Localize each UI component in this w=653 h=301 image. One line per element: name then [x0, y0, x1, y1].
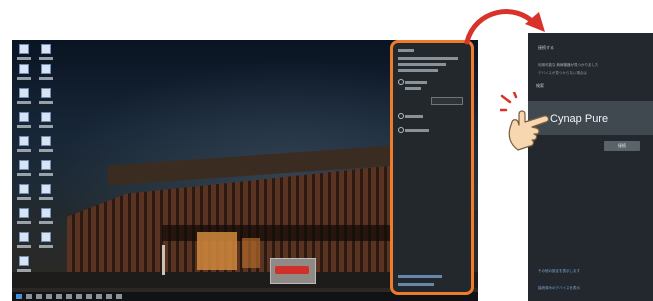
connect-button[interactable]: 接続 — [604, 141, 640, 151]
connected-devices-link[interactable]: 接続済みのデバイスを表示 — [538, 286, 580, 291]
app-icon — [41, 44, 51, 54]
logo-icon — [275, 266, 309, 274]
desktop-icon-label — [17, 269, 31, 272]
desktop-icon[interactable] — [38, 208, 54, 224]
desktop-icon[interactable] — [38, 232, 54, 248]
zoom-panel-title: 接続する — [538, 45, 554, 50]
panel-device-line[interactable] — [405, 81, 427, 84]
panel-link-line[interactable] — [398, 283, 434, 286]
app-icon — [41, 136, 51, 146]
panel-text-line — [398, 57, 458, 60]
lit-window — [242, 238, 260, 268]
desktop-icon-label — [39, 101, 53, 104]
desktop-icon[interactable] — [16, 160, 32, 176]
app-icon — [41, 112, 51, 122]
app-icon — [41, 64, 51, 74]
panel-title-line — [398, 49, 414, 52]
start-icon[interactable] — [16, 294, 22, 299]
app-icon — [41, 208, 51, 218]
panel-device-line[interactable] — [405, 129, 429, 132]
desktop-icon-label — [39, 125, 53, 128]
desktop-icon-label — [17, 245, 31, 248]
desktop-icon-label — [39, 57, 53, 60]
desktop-icon[interactable] — [16, 112, 32, 128]
panel-text-line — [398, 69, 438, 72]
desktop-icon[interactable] — [38, 44, 54, 60]
app-icon — [19, 208, 29, 218]
taskbar-app-icon[interactable] — [86, 294, 92, 299]
desktop-icon-label — [17, 77, 31, 80]
desktop-icon-label — [17, 221, 31, 224]
desktop-icon[interactable] — [16, 256, 32, 272]
app-icon — [19, 160, 29, 170]
panel-connect-button[interactable] — [431, 97, 463, 105]
taskbar-app-icon[interactable] — [106, 294, 112, 299]
desktop-icon[interactable] — [16, 44, 32, 60]
desktop-icon-label — [17, 197, 31, 200]
pointing-hand-icon — [500, 92, 550, 151]
taskbar-app-icon[interactable] — [116, 294, 122, 299]
connect-panel-highlight — [390, 40, 474, 295]
desktop-icon[interactable] — [38, 112, 54, 128]
desktop-icon[interactable] — [38, 160, 54, 176]
device-icon — [398, 79, 404, 85]
desktop-icon[interactable] — [16, 208, 32, 224]
desktop-icon[interactable] — [38, 184, 54, 200]
panel-device-line — [405, 87, 421, 90]
app-icon — [19, 64, 29, 74]
app-icon — [41, 232, 51, 242]
zoom-panel-description: 利用可能な 無線機器が見つかりました — [538, 63, 599, 67]
device-icon — [398, 113, 404, 119]
desktop-icon[interactable] — [16, 136, 32, 152]
app-icon — [19, 184, 29, 194]
file-icon — [19, 44, 29, 54]
app-icon — [19, 256, 29, 266]
desktop-icon-label — [39, 173, 53, 176]
desktop-icon-label — [39, 197, 53, 200]
taskbar-app-icon[interactable] — [36, 294, 42, 299]
app-icon — [41, 160, 51, 170]
taskbar-app-icon[interactable] — [76, 294, 82, 299]
taskbar-app-icon[interactable] — [66, 294, 72, 299]
desktop-icon-label — [17, 173, 31, 176]
panel-link-line[interactable] — [398, 275, 442, 278]
app-icon — [19, 232, 29, 242]
desktop-icon-label — [39, 245, 53, 248]
app-icon — [41, 184, 51, 194]
desktop-icon[interactable] — [38, 64, 54, 80]
app-icon — [41, 88, 51, 98]
search-icon[interactable] — [26, 294, 32, 299]
panel-device-line[interactable] — [405, 115, 423, 118]
desktop-icon-label — [17, 149, 31, 152]
taskbar-app-icon[interactable] — [96, 294, 102, 299]
desktop-icon[interactable] — [16, 64, 32, 80]
zoom-panel-search-label: 検索 — [536, 83, 544, 88]
desktop-icon-label — [39, 149, 53, 152]
desktop-icon-label — [39, 77, 53, 80]
street-lamp — [162, 245, 165, 275]
taskbar-app-icon[interactable] — [56, 294, 62, 299]
desktop-icon-label — [39, 221, 53, 224]
desktop-icon-label — [17, 101, 31, 104]
more-settings-link[interactable]: その他の設定を表示します — [538, 269, 580, 274]
zoom-panel-hint-link[interactable]: デバイスが見つからない場合は — [538, 71, 587, 76]
zoomed-connect-panel: 接続する 利用可能な 無線機器が見つかりました デバイスが見つからない場合は 検… — [528, 33, 653, 301]
device-name: Cynap Pure — [550, 113, 609, 125]
taskbar-app-icon[interactable] — [46, 294, 52, 299]
app-icon — [19, 88, 29, 98]
desktop-icon[interactable] — [16, 232, 32, 248]
desktop-icon-label — [17, 57, 31, 60]
app-icon — [19, 136, 29, 146]
app-icon — [19, 112, 29, 122]
panel-text-line — [398, 63, 446, 66]
desktop-icon-label — [17, 125, 31, 128]
device-icon — [398, 127, 404, 133]
desktop-icon[interactable] — [16, 184, 32, 200]
desktop-icon[interactable] — [16, 88, 32, 104]
lit-window — [197, 232, 237, 270]
desktop-icon[interactable] — [38, 136, 54, 152]
desktop-icon[interactable] — [38, 88, 54, 104]
